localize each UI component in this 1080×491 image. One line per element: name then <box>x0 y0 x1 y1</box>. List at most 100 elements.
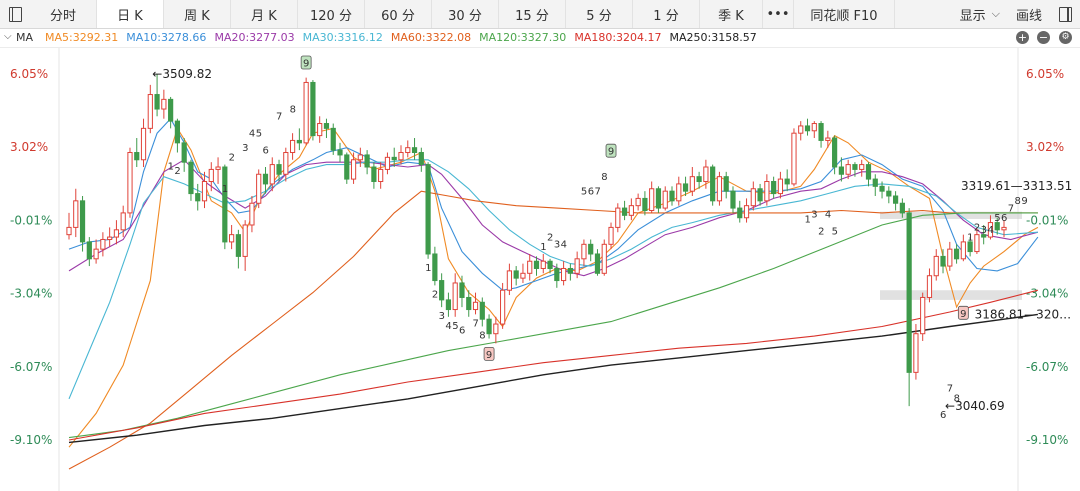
candle-body <box>506 270 512 291</box>
tab-10[interactable]: 季 K <box>700 0 763 28</box>
candle-body <box>100 238 106 250</box>
candle-body <box>86 241 92 260</box>
tab-9[interactable]: 1 分 <box>633 0 700 28</box>
tab-5[interactable]: 60 分 <box>365 0 432 28</box>
td-count: 4 <box>561 240 567 251</box>
candle-body <box>296 139 302 144</box>
candle-body <box>777 178 784 195</box>
candle-body <box>771 181 777 195</box>
candle-body <box>195 193 201 202</box>
y-tick-label-right: -6.07% <box>1026 360 1068 374</box>
candle-body <box>649 188 655 211</box>
td-count: 9 <box>960 309 966 320</box>
candle-body <box>269 164 275 185</box>
y-tick-label-right: 3.02% <box>1026 140 1064 154</box>
candle-body <box>181 142 187 163</box>
td-count: 1 <box>425 263 431 274</box>
td-count: 7 <box>947 384 953 395</box>
minus-icon[interactable]: − <box>1037 31 1050 44</box>
td-count: 4 <box>445 321 451 332</box>
candle-body <box>134 152 140 161</box>
left-panel-toggle[interactable] <box>0 0 30 28</box>
candle-body <box>432 253 438 282</box>
candle-body <box>262 173 269 185</box>
candle-body <box>906 212 912 373</box>
td-count: 2 <box>974 223 980 234</box>
candle-body <box>669 190 675 202</box>
candle-body <box>818 123 824 141</box>
chevron-down-icon[interactable]: ⌵ <box>4 31 12 42</box>
td-count: 1 <box>168 161 174 172</box>
candle-body <box>621 207 628 216</box>
candle-body <box>588 243 594 255</box>
tab-2[interactable]: 周 K <box>164 0 231 28</box>
candle-body <box>73 200 79 228</box>
candle-body <box>696 176 702 183</box>
f10-tab[interactable]: 同花顺 F10 <box>794 0 895 28</box>
candle-body <box>188 161 194 195</box>
candle-body <box>310 81 316 137</box>
candle-body <box>859 164 865 170</box>
td-count: 7 <box>276 112 282 123</box>
candle-body <box>899 202 905 214</box>
candle-body <box>330 127 336 151</box>
td-count: 1 <box>967 232 973 243</box>
candle-body <box>357 154 363 161</box>
y-tick-label-right: -9.10% <box>1026 433 1068 447</box>
candle-body <box>140 127 147 161</box>
td-count: 1 <box>540 242 546 253</box>
candle-body <box>743 205 750 219</box>
tab-8[interactable]: 5 分 <box>566 0 633 28</box>
candle-body <box>466 296 472 311</box>
settings-icon[interactable]: ⚙ <box>1059 31 1072 44</box>
candle-body <box>93 248 99 260</box>
kline-chart[interactable]: 6.05% 6.05% 3.02% 3.02% -0.01% -0.01% -3.04% -3… <box>0 48 1080 491</box>
candle-body <box>865 164 872 180</box>
tab-6[interactable]: 30 分 <box>432 0 499 28</box>
candle-body <box>750 188 756 207</box>
td-count: 8 <box>601 172 607 183</box>
td-count: 3 <box>811 210 817 221</box>
candle-body <box>242 224 248 257</box>
tab-3[interactable]: 月 K <box>231 0 298 28</box>
more-tabs-button[interactable]: ••• <box>763 0 794 28</box>
y-tick-label-left: -6.07% <box>10 360 52 374</box>
candle-body <box>425 164 431 255</box>
ma-title: MA <box>16 31 34 44</box>
candle-body <box>208 168 214 183</box>
candle-body <box>147 94 153 129</box>
ma-line-ma10 <box>68 117 1039 291</box>
candle-body <box>662 190 668 209</box>
candle-body <box>838 166 844 175</box>
candle-body <box>791 132 797 185</box>
candle-body <box>615 207 621 228</box>
display-menu-button[interactable]: 显示 ⌵ <box>952 5 1008 24</box>
td-count: 9 <box>303 59 309 70</box>
candle-body <box>716 176 723 202</box>
candle-body <box>66 226 72 236</box>
draw-line-button[interactable]: 画线 <box>1008 5 1050 24</box>
td-count: 4 <box>987 225 993 236</box>
candle-body <box>933 255 939 277</box>
candle-body <box>107 236 113 240</box>
plus-icon[interactable]: + <box>1016 31 1029 44</box>
ma-line-ma60 <box>68 190 1038 470</box>
tab-4[interactable]: 120 分 <box>298 0 365 28</box>
candle-body <box>825 137 831 141</box>
y-tick-label-left: 3.02% <box>10 140 48 154</box>
td-count: 7 <box>473 318 479 329</box>
candle-body <box>845 164 851 175</box>
candle-body <box>405 147 411 154</box>
candle-body <box>391 156 397 161</box>
candle-body <box>581 243 587 260</box>
candle-body <box>479 301 485 320</box>
candle-body <box>960 241 966 260</box>
candle-body <box>913 333 919 373</box>
ma-legend-item: MA250:3158.57 <box>669 31 757 44</box>
ma-line-ma5 <box>68 127 1039 448</box>
right-panel-toggle[interactable] <box>1050 6 1080 22</box>
tab-7[interactable]: 15 分 <box>499 0 566 28</box>
tab-1[interactable]: 日 K <box>97 0 164 28</box>
tab-0[interactable]: 分时 <box>30 0 97 28</box>
candle-body <box>384 156 391 170</box>
